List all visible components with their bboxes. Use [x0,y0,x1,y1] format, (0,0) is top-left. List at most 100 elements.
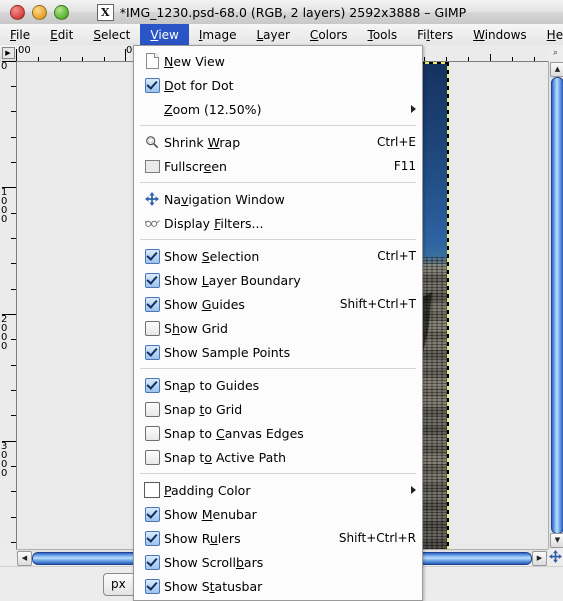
magnifier-icon [142,133,162,151]
menu-item-label: Show Grid [164,320,228,336]
menu-item-snap-to-grid[interactable]: Snap to Grid [134,397,422,421]
blank-icon [142,100,162,118]
menu-item-label: Show Selection [164,248,260,264]
menu-item-snap-to-active-path[interactable]: Snap to Active Path [134,445,422,469]
move-arrows-icon [142,190,162,208]
menu-item-show-layer-boundary[interactable]: Show Layer Boundary [134,268,422,292]
gimp-wilber-icon: X [96,3,114,21]
checkbox-checked-icon[interactable] [142,577,162,595]
checkbox-unchecked-icon[interactable] [142,448,162,466]
menu-item-label: Show Layer Boundary [164,272,301,288]
menu-item-label: Show Scrollbars [164,554,264,570]
menu-separator [140,125,416,126]
menu-item-fullscreen[interactable]: Fullscreen F11 [134,154,422,178]
menu-item-new-view[interactable]: New View [134,49,422,73]
checkbox-checked-icon[interactable] [142,247,162,265]
checkbox-checked-icon[interactable] [142,343,162,361]
menubar-item-view[interactable]: View [140,24,189,45]
chevron-right-icon [411,105,416,113]
ruler-v-label-2: 2000 [1,314,8,352]
ruler-v-label-3: 3000 [1,441,8,479]
checkbox-checked-icon[interactable] [142,271,162,289]
minimize-button[interactable] [32,4,47,20]
menu-item-label: Show Guides [164,296,245,312]
menubar-item-windows[interactable]: Windows [463,24,537,45]
menu-expander-icon[interactable]: ▶ [1,47,15,59]
menu-item-show-statusbar[interactable]: Show Statusbar [134,574,422,598]
menu-item-label: Navigation Window [164,191,285,207]
vertical-scrollbar[interactable]: ▲ ▼ [548,61,563,549]
chevron-right-icon [411,486,416,494]
color-swatch-icon [142,481,162,499]
scroll-up-icon[interactable]: ▲ [550,62,563,77]
ruler-h-label-1: 0 [126,45,133,56]
checkbox-checked-icon[interactable] [142,295,162,313]
title-center: X *IMG_1230.psd-68.0 (RGB, 2 layers) 259… [0,0,563,24]
checkbox-checked-icon[interactable] [142,76,162,94]
document-icon [142,52,162,70]
ruler-corner-button[interactable]: ▶ [0,45,17,62]
vertical-scrollbar-thumb[interactable] [551,77,563,534]
close-button[interactable] [10,4,25,20]
selection-marching-ants-right [447,62,449,549]
maximize-button[interactable] [54,4,69,20]
menu-item-show-sample-points[interactable]: Show Sample Points [134,340,422,364]
menu-item-label: Show Rulers [164,530,241,546]
menu-separator [140,182,416,183]
checkbox-checked-icon[interactable] [142,505,162,523]
menu-item-padding-color[interactable]: Padding Color [134,478,422,502]
menubar-item-filters[interactable]: Filters [407,24,463,45]
menu-item-show-scrollbars[interactable]: Show Scrollbars [134,550,422,574]
fullscreen-icon [142,157,162,175]
menubar-item-image[interactable]: Image [189,24,247,45]
menu-item-show-menubar[interactable]: Show Menubar [134,502,422,526]
unit-label: px [111,577,126,591]
move-arrows-icon [549,550,562,563]
menu-item-show-guides[interactable]: Show Guides Shift+Ctrl+T [134,292,422,316]
menu-item-accel: Shift+Ctrl+R [338,531,416,545]
zoom-image-button[interactable]: ⌕ [548,45,563,61]
menu-item-display-filters[interactable]: Display Filters... [134,211,422,235]
menubar-item-edit[interactable]: Edit [40,24,83,45]
menu-separator [140,473,416,474]
menu-bar: File Edit Select View Image Layer Colors… [0,24,563,46]
menu-item-label: Fullscreen [164,158,227,174]
menu-item-show-selection[interactable]: Show Selection Ctrl+T [134,244,422,268]
menubar-item-help[interactable]: Help [537,24,563,45]
menu-item-accel: Shift+Ctrl+T [339,297,416,311]
menu-item-show-grid[interactable]: Show Grid [134,316,422,340]
scroll-down-icon[interactable]: ▼ [550,533,563,548]
menu-item-snap-to-guides[interactable]: Snap to Guides [134,373,422,397]
menu-item-accel: Ctrl+E [377,135,416,149]
menubar-item-layer[interactable]: Layer [246,24,299,45]
menu-item-snap-to-canvas-edges[interactable]: Snap to Canvas Edges [134,421,422,445]
menu-item-dot-for-dot[interactable]: Dot for Dot [134,73,422,97]
menubar-item-tools[interactable]: Tools [358,24,408,45]
checkbox-unchecked-icon[interactable] [142,424,162,442]
menubar-item-select[interactable]: Select [83,24,140,45]
checkbox-unchecked-icon[interactable] [142,400,162,418]
ruler-v-label-1: 1000 [1,187,8,225]
checkbox-checked-icon[interactable] [142,376,162,394]
vertical-ruler[interactable]: 0 1000 2000 3000 [0,61,17,549]
checkbox-unchecked-icon[interactable] [142,319,162,337]
navigation-preview-button[interactable] [548,549,563,564]
menu-item-show-rulers[interactable]: Show Rulers Shift+Ctrl+R [134,526,422,550]
ruler-h-label-0: 00 [18,45,31,56]
checkbox-checked-icon[interactable] [142,529,162,547]
menu-item-label: New View [164,53,225,69]
menu-item-accel: Ctrl+T [377,249,416,263]
scroll-left-icon[interactable]: ◀ [17,551,32,566]
menu-item-navigation-window[interactable]: Navigation Window [134,187,422,211]
gimp-window: X *IMG_1230.psd-68.0 (RGB, 2 layers) 259… [0,0,563,601]
menu-item-shrink-wrap[interactable]: Shrink Wrap Ctrl+E [134,130,422,154]
menubar-item-file[interactable]: File [0,24,40,45]
menu-item-zoom[interactable]: Zoom (12.50%) [134,97,422,121]
menubar-item-colors[interactable]: Colors [300,24,358,45]
menu-item-label: Show Menubar [164,506,257,522]
scroll-right-icon[interactable]: ▶ [532,551,547,566]
menu-separator [140,239,416,240]
checkbox-checked-icon[interactable] [142,553,162,571]
window-controls [0,4,69,20]
menu-item-label: Padding Color [164,482,251,498]
